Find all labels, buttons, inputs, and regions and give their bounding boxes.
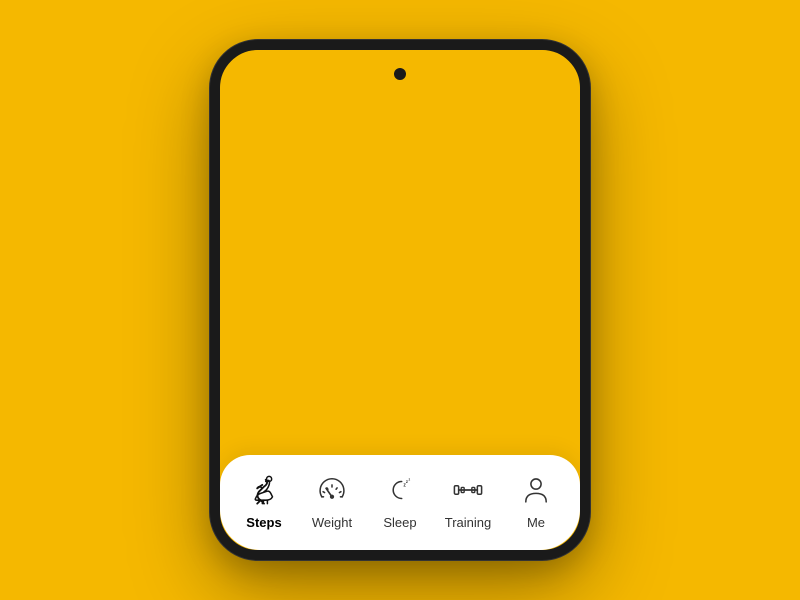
phone-wrapper: Steps	[210, 40, 590, 560]
steps-label: Steps	[246, 515, 281, 530]
training-icon	[449, 471, 487, 509]
bottom-nav: Steps	[220, 455, 580, 550]
nav-item-steps[interactable]: Steps	[230, 471, 298, 530]
phone-frame: Steps	[210, 40, 590, 560]
svg-text:z: z	[409, 478, 411, 482]
weight-label: Weight	[312, 515, 352, 530]
training-label: Training	[445, 515, 491, 530]
steps-icon	[245, 471, 283, 509]
nav-item-sleep[interactable]: z z z Sleep	[366, 471, 434, 530]
sleep-label: Sleep	[383, 515, 416, 530]
nav-item-me[interactable]: Me	[502, 471, 570, 530]
phone-inner: Steps	[220, 50, 580, 550]
camera-dot	[394, 68, 406, 80]
nav-item-training[interactable]: Training	[434, 471, 502, 530]
weight-icon	[313, 471, 351, 509]
me-label: Me	[527, 515, 545, 530]
me-icon	[517, 471, 555, 509]
nav-item-weight[interactable]: Weight	[298, 471, 366, 530]
sleep-icon: z z z	[381, 471, 419, 509]
